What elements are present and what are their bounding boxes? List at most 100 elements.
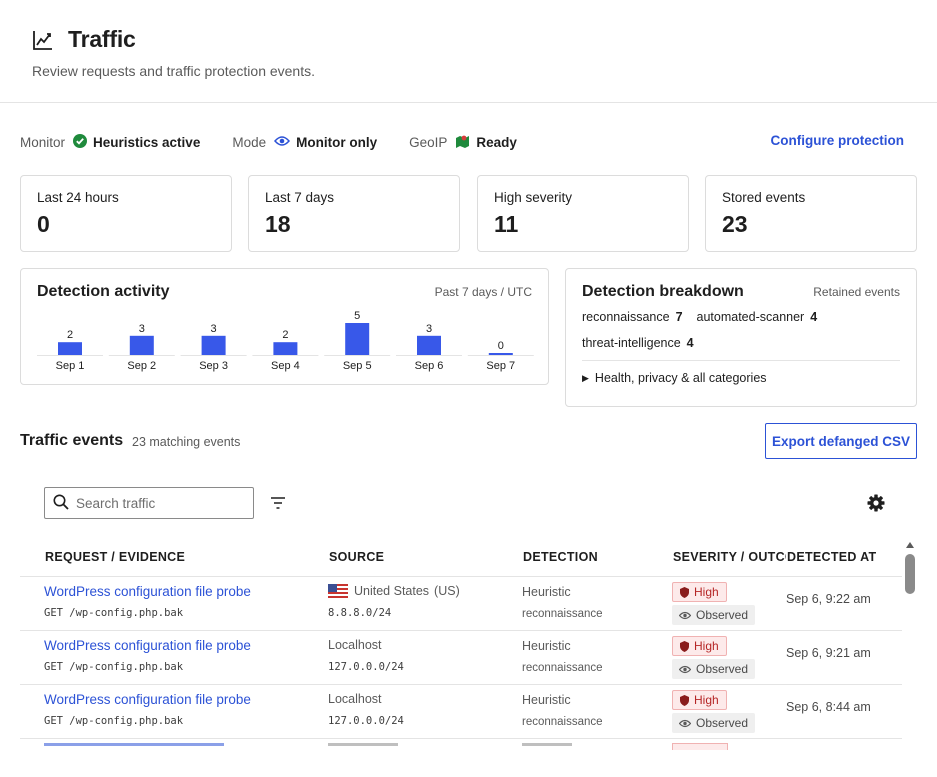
eye-icon [679,719,691,728]
shield-icon [680,640,689,652]
detection-activity-chart: 2 Sep 1 3 Sep 2 3 Sep 3 2 Sep 4 5 Sep 5 3 Sep 6 0 Sep… [37,310,534,372]
chart-value-label: 0 [498,340,504,352]
title-row: Traffic [32,26,136,53]
mode-status: Mode Monitor only [232,135,377,150]
chart-line-icon [32,28,56,52]
table-row: WordPress configuration file probe GET /… [20,685,902,739]
traffic-events-title: Traffic events [20,432,124,449]
chart-value-label: 5 [354,310,360,322]
clipped-source [328,743,398,746]
chart-bar-sep-3 [201,335,226,355]
chart-tick-label: Sep 6 [415,360,444,372]
mode-value: Monitor only [296,134,378,150]
monitor-label: Monitor [20,134,66,150]
chart-value-label: 2 [67,329,73,341]
chart-tick-label: Sep 7 [486,360,515,372]
eye-icon [274,135,291,150]
stat-card-high-severity: High severity 11 [477,175,689,252]
column-header-detected-at[interactable]: DETECTED AT [786,550,877,564]
table-scrollbar[interactable] [903,538,917,750]
stat-label: High severity [494,190,573,205]
detection-type: Heuristic [522,639,571,653]
source-name: Localhost [328,692,382,706]
request-title-link[interactable]: WordPress configuration file probe [44,692,251,707]
outcome-badge: Observed [672,713,756,733]
chart-bar-sep-2 [129,335,154,355]
eye-icon [679,611,691,620]
request-title-link[interactable]: WordPress configuration file probe [44,584,251,599]
source-name: United States (US) [328,584,460,598]
source-ip: 8.8.8.0/24 [328,607,392,619]
chart-tick-label: Sep 5 [343,360,372,372]
us-flag-icon [328,584,348,598]
detection-category: reconnaissance [522,662,603,674]
gear-icon[interactable] [866,493,886,513]
geoip-label: GeoIP [409,134,448,150]
search-icon [53,494,69,513]
breakdown-item-threat-intelligence: threat-intelligence 4 [582,336,694,350]
chart-bar-sep-7 [488,353,513,355]
matching-events-count: 23 matching events [132,435,241,449]
monitor-status: Monitor Heuristics active [20,133,201,151]
detection-activity-panel: Detection activity Past 7 days / UTC 2 Se… [20,268,549,385]
chart-tick-label: Sep 4 [271,360,300,372]
source-ip: 127.0.0.0/24 [328,661,404,673]
monitor-value: Heuristics active [93,134,201,150]
clipped-severity-badge [672,743,728,750]
stat-card-stored-events: Stored events 23 [705,175,917,252]
outcome-badge: Observed [672,605,756,625]
outcome-badge: Observed [672,659,756,679]
page-subtitle: Review requests and traffic protection e… [32,63,316,79]
stat-label: Last 7 days [265,190,335,205]
shield-icon [680,586,689,598]
breakdown-divider [582,360,900,361]
chart-bar-sep-6 [417,335,441,355]
breakdown-row: threat-intelligence 4 [582,336,708,350]
severity-badge: High [672,582,727,602]
chart-bar-sep-1 [58,342,82,355]
stat-value: 0 [37,211,50,237]
request-path: GET /wp-config.php.bak [44,607,184,619]
eye-icon [679,665,691,674]
table-row-partial [20,739,902,750]
detection-category: reconnaissance [522,608,603,620]
request-title-link[interactable]: WordPress configuration file probe [44,638,251,653]
export-defanged-csv-button[interactable]: Export defanged CSV [765,423,917,459]
triangle-right-icon: ▶ [582,372,589,383]
stat-value: 11 [494,211,519,237]
breakdown-item-automated-scanner: automated-scanner 4 [696,310,818,324]
geoip-status: GeoIP Ready [409,134,517,151]
column-header-request[interactable]: REQUEST / EVIDENCE [45,550,185,564]
table-row: WordPress configuration file probe GET /… [20,631,902,685]
page-title: Traffic [68,26,136,52]
chart-bar-sep-4 [273,342,298,355]
filter-icon[interactable] [268,493,288,513]
chart-value-label: 3 [211,323,217,335]
detected-at: Sep 6, 9:21 am [786,646,871,660]
stat-label: Stored events [722,190,806,205]
chart-bar-sep-5 [345,323,370,355]
chart-value-label: 3 [426,323,432,335]
chart-tick-label: Sep 1 [56,360,85,372]
severity-badge: High [672,690,727,710]
check-circle-icon [73,133,88,151]
source-ip: 127.0.0.0/24 [328,715,404,727]
column-header-detection[interactable]: DETECTION [523,550,598,564]
shield-icon [680,694,689,706]
page-header: Traffic Review requests and traffic prot… [0,0,937,103]
breakdown-more-label: Health, privacy & all categories [594,371,767,385]
chart-value-label: 3 [139,323,145,335]
column-header-source[interactable]: SOURCE [329,550,384,564]
search-input[interactable] [76,495,236,511]
detection-category: reconnaissance [522,716,603,728]
request-path: GET /wp-config.php.bak [44,661,184,673]
clipped-detection [522,743,572,746]
search-box[interactable] [44,487,254,519]
chart-tick-label: Sep 2 [127,360,156,372]
clipped-request-title [44,743,224,746]
configure-protection-link[interactable]: Configure protection [771,133,905,148]
breakdown-more-toggle[interactable]: ▶ Health, privacy & all categories [582,371,767,385]
stat-card-last-24-hours: Last 24 hours 0 [20,175,232,252]
breakdown-row: reconnaissance 7 automated-scanner 4 [582,310,831,324]
severity-badge: High [672,636,727,656]
